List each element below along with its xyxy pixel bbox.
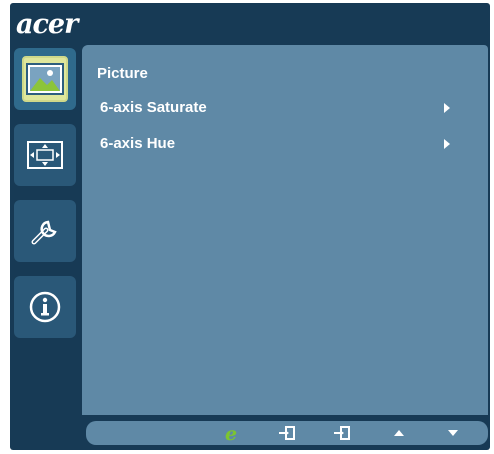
e-key-button[interactable]: e [222, 423, 244, 443]
display-position-icon [22, 132, 68, 178]
chevron-right-icon [444, 103, 450, 113]
enter-button[interactable] [276, 423, 298, 443]
exit-icon [334, 426, 350, 440]
e-key-icon: e [225, 423, 237, 443]
menu-item-6-axis-saturate[interactable]: 6-axis Saturate [100, 97, 460, 121]
osd-window: acer Picture 6-axis Saturate 6-axis Hue … [10, 3, 490, 450]
svg-text:e: e [225, 423, 237, 443]
exit-button[interactable] [331, 423, 353, 443]
menu-item-6-axis-hue[interactable]: 6-axis Hue [100, 133, 460, 157]
sidebar-item-picture[interactable] [14, 48, 76, 110]
sidebar-item-settings[interactable] [14, 200, 76, 262]
picture-icon [22, 56, 68, 102]
menu-item-label: 6-axis Hue [100, 135, 176, 152]
bottom-key-bar: e [86, 421, 488, 445]
settings-wrench-icon [22, 208, 68, 254]
information-icon [22, 284, 68, 330]
sidebar-item-position[interactable] [14, 124, 76, 186]
down-arrow-icon [448, 430, 458, 436]
page-title: Picture [97, 65, 148, 82]
main-panel: Picture 6-axis Saturate 6-axis Hue [82, 45, 488, 415]
enter-icon [279, 426, 295, 440]
chevron-right-icon [444, 139, 450, 149]
up-arrow-icon [394, 430, 404, 436]
menu-item-label: 6-axis Saturate [100, 99, 207, 116]
down-button[interactable] [442, 423, 464, 443]
acer-logo: acer [16, 9, 78, 40]
up-button[interactable] [388, 423, 410, 443]
sidebar-item-information[interactable] [14, 276, 76, 338]
